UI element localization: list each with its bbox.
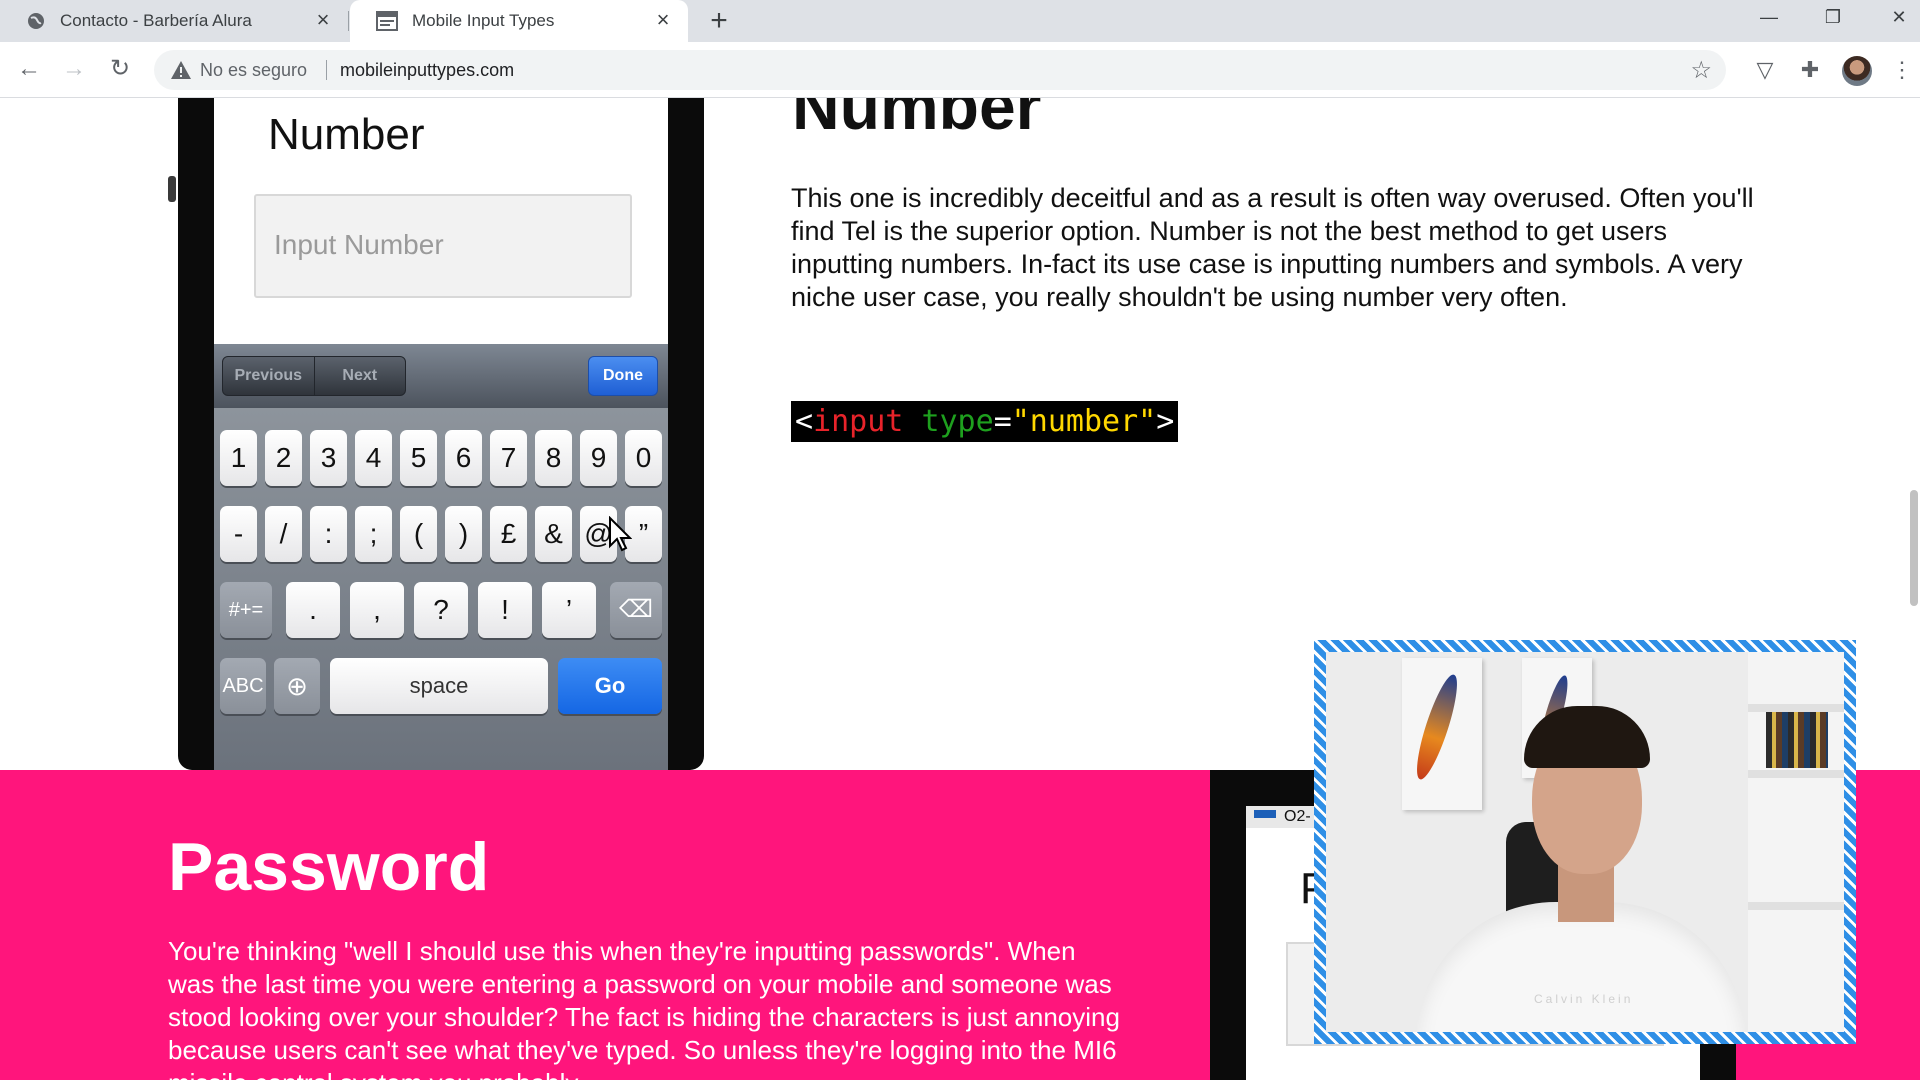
profile-avatar[interactable]	[1842, 56, 1872, 86]
key-1[interactable]: 1	[220, 430, 257, 486]
shelf-board	[1748, 770, 1844, 778]
key-ampersand[interactable]: &	[535, 506, 572, 562]
menu-icon[interactable]: ⋮	[1888, 56, 1916, 84]
browser-toolbar: ← → ↻ No es seguro mobileinputtypes.com …	[0, 42, 1920, 98]
back-icon[interactable]: ←	[12, 53, 46, 87]
tab-title: Mobile Input Types	[412, 11, 555, 30]
key-exclamation[interactable]: !	[478, 582, 532, 638]
extensions-icon[interactable]: ✚	[1796, 56, 1824, 84]
code-lt: <	[795, 404, 814, 439]
tab-barberia[interactable]: Contacto - Barbería Alura ×	[0, 0, 348, 42]
done-button[interactable]: Done	[588, 356, 658, 396]
key-minus[interactable]: -	[220, 506, 257, 562]
bookshelf	[1748, 652, 1844, 1032]
keyboard-accessory-bar: Previous Next Done	[214, 344, 668, 408]
code-tag: input	[813, 404, 904, 439]
key-open-paren[interactable]: (	[400, 506, 437, 562]
key-question[interactable]: ?	[414, 582, 468, 638]
next-button[interactable]: Next	[313, 357, 406, 395]
key-colon[interactable]: :	[310, 506, 347, 562]
forward-icon[interactable]: →	[57, 53, 91, 87]
code-eq: =	[993, 404, 1012, 439]
key-5[interactable]: 5	[400, 430, 437, 486]
key-9[interactable]: 9	[580, 430, 617, 486]
reload-icon[interactable]: ↻	[103, 53, 137, 87]
go-button[interactable]: Go	[558, 658, 662, 714]
key-3[interactable]: 3	[310, 430, 347, 486]
url-text[interactable]: mobileinputtypes.com	[340, 60, 514, 81]
tab-close-icon[interactable]: ×	[652, 9, 674, 32]
shelf-board	[1748, 902, 1844, 910]
input-placeholder: Input Number	[274, 229, 444, 260]
tab-mobile-input-types[interactable]: Mobile Input Types ×	[350, 0, 688, 42]
webcam-video: Calvin Klein	[1326, 652, 1844, 1032]
key-slash[interactable]: /	[265, 506, 302, 562]
key-pound[interactable]: £	[490, 506, 527, 562]
section-title-password: Password	[168, 829, 490, 905]
code-gt: >	[1156, 404, 1175, 439]
code-snippet: <input type="number">	[791, 401, 1179, 442]
mouse-cursor-icon	[609, 516, 632, 552]
globe-keyboard-icon[interactable]: ⊕	[274, 658, 320, 714]
pocket-icon[interactable]: ▽	[1751, 56, 1779, 84]
security-status[interactable]: No es seguro	[200, 60, 307, 81]
page-icon	[376, 11, 398, 31]
key-4[interactable]: 4	[355, 430, 392, 486]
key-8[interactable]: 8	[535, 430, 572, 486]
new-tab-button[interactable]: +	[704, 6, 734, 37]
globe-icon	[28, 13, 44, 29]
number-input-demo[interactable]: Input Number	[254, 194, 632, 298]
key-more-symbols[interactable]: #+=	[220, 582, 272, 638]
section-title-number: Number	[792, 98, 1042, 143]
key-close-paren[interactable]: )	[445, 506, 482, 562]
code-attr: type	[921, 404, 994, 439]
restore-button[interactable]: ❐	[1808, 0, 1858, 34]
minimize-button[interactable]: —	[1744, 0, 1794, 34]
key-0[interactable]: 0	[625, 430, 662, 486]
tab-strip: Contacto - Barbería Alura × Mobile Input…	[0, 0, 1920, 42]
phone-mockup-number: Number Input Number Previous Next Done 1…	[178, 98, 704, 770]
prev-next-control: Previous Next	[222, 356, 406, 396]
tab-close-icon[interactable]: ×	[312, 9, 334, 32]
previous-button[interactable]: Previous	[223, 357, 314, 395]
tab-title: Contacto - Barbería Alura	[60, 11, 252, 30]
wall-painting	[1402, 658, 1482, 810]
key-6[interactable]: 6	[445, 430, 482, 486]
page-scrollbar[interactable]	[1910, 490, 1918, 606]
key-semicolon[interactable]: ;	[355, 506, 392, 562]
close-window-button[interactable]: ✕	[1874, 0, 1920, 34]
shelf-board	[1748, 704, 1844, 712]
warning-icon[interactable]	[170, 59, 192, 81]
webcam-overlay: Calvin Klein	[1314, 640, 1856, 1044]
key-space[interactable]: space	[330, 658, 548, 714]
phone-screen: Number Input Number Previous Next Done 1…	[214, 98, 668, 770]
key-2[interactable]: 2	[265, 430, 302, 486]
key-apostrophe[interactable]: ’	[542, 582, 596, 638]
address-bar[interactable]: No es seguro mobileinputtypes.com ☆	[154, 50, 1726, 90]
key-abc[interactable]: ABC	[220, 658, 266, 714]
shirt-logo-text: Calvin Klein	[1534, 992, 1634, 1006]
key-period[interactable]: .	[286, 582, 340, 638]
address-divider	[326, 60, 327, 80]
bookmark-star-icon[interactable]: ☆	[1690, 56, 1712, 85]
code-value: "number"	[1011, 404, 1157, 439]
backspace-icon[interactable]: ⌫	[610, 582, 662, 638]
signal-icon	[1254, 810, 1276, 818]
phone-title: Number	[268, 110, 425, 159]
password-description: You're thinking "well I should use this …	[168, 936, 1120, 1080]
key-7[interactable]: 7	[490, 430, 527, 486]
phone-side-button	[168, 176, 176, 202]
books	[1766, 712, 1828, 768]
numeric-keyboard: 1 2 3 4 5 6 7 8 9 0 - / : ; ( ) £ & @ ” …	[214, 408, 668, 770]
tab-divider	[348, 11, 349, 31]
carrier-label: O2-	[1284, 808, 1311, 825]
number-description: This one is incredibly deceitful and as …	[791, 183, 1754, 312]
key-comma[interactable]: ,	[350, 582, 404, 638]
